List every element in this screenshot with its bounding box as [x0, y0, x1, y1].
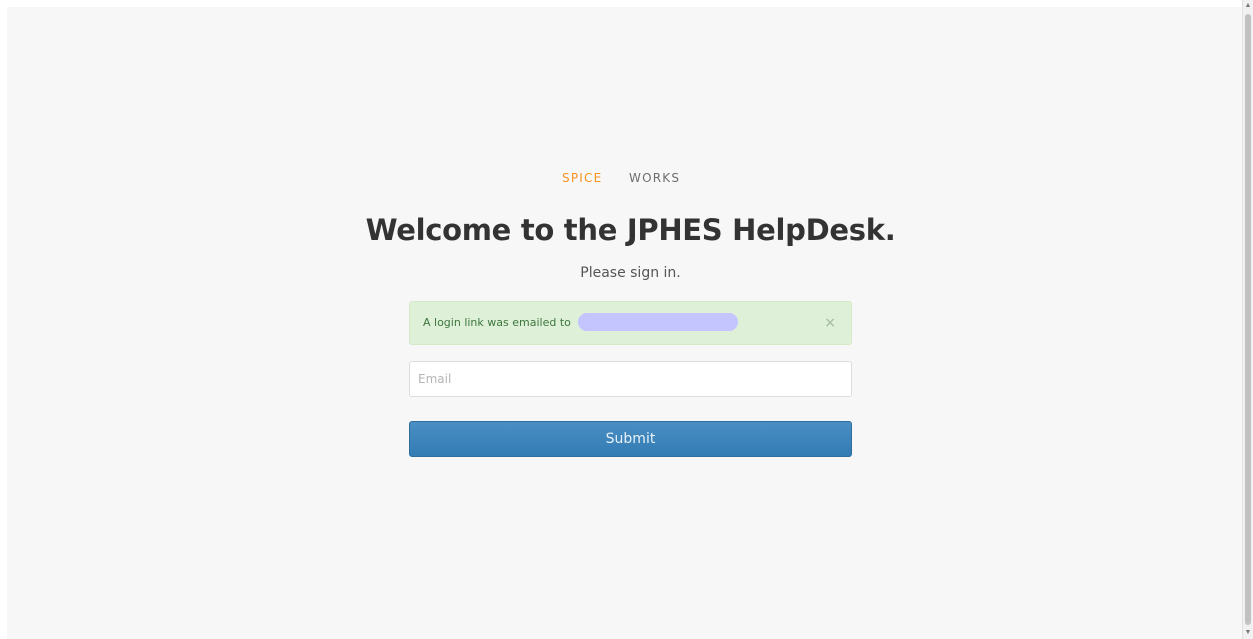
scrollbar-thumb[interactable] — [1245, 14, 1251, 625]
scroll-down-icon[interactable]: ▼ — [1243, 627, 1253, 639]
redacted-email — [578, 312, 739, 331]
logo-text-works: WORKS — [629, 171, 680, 185]
page-viewport: SPICE WORKS Welcome to the JPHES HelpDes… — [7, 7, 1243, 639]
logo-text-spice: SPICE — [562, 171, 602, 185]
spiceworks-logo: SPICE WORKS — [562, 171, 680, 185]
login-panel: SPICE WORKS Welcome to the JPHES HelpDes… — [366, 167, 896, 457]
vertical-scrollbar[interactable]: ▲ ▼ — [1242, 0, 1253, 639]
page-title: Welcome to the JPHES HelpDesk. — [365, 213, 896, 247]
scroll-up-icon[interactable]: ▲ — [1243, 0, 1253, 12]
alert-close-icon[interactable]: × — [824, 302, 836, 344]
login-link-alert: A login link was emailed to × — [409, 301, 852, 345]
submit-button[interactable]: Submit — [409, 421, 852, 457]
page-subtitle: Please sign in. — [580, 265, 681, 281]
email-field[interactable] — [409, 361, 852, 397]
alert-message: A login link was emailed to — [423, 316, 571, 329]
